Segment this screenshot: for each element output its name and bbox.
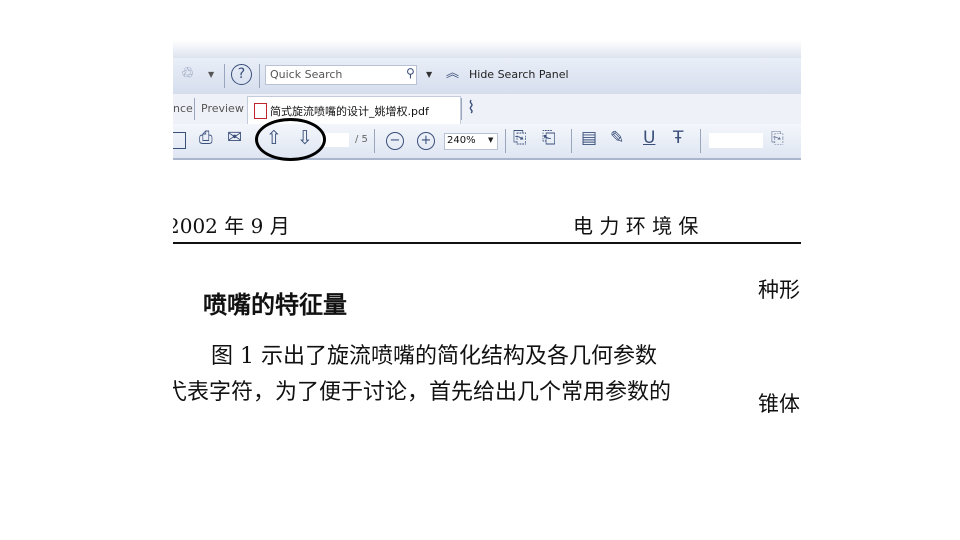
dropdown-arrow-icon[interactable]: ▼ bbox=[208, 71, 214, 79]
separator bbox=[461, 98, 462, 120]
user-sign-icon[interactable]: ♲ bbox=[181, 66, 194, 81]
save-icon[interactable] bbox=[173, 132, 186, 149]
separator bbox=[194, 98, 195, 120]
zoom-out-icon[interactable]: − bbox=[386, 132, 404, 150]
header-rule bbox=[173, 242, 801, 244]
tab-partial[interactable]: nce bbox=[173, 102, 193, 115]
separator bbox=[700, 129, 701, 153]
page-total-label: / 5 bbox=[355, 134, 368, 145]
search-options-arrow-icon[interactable]: ▼ bbox=[426, 71, 432, 79]
viewer-window: ♲ ▼ ? Quick Search ⚲ ▼ ︽ Hide Search Pan… bbox=[173, 40, 801, 440]
separator bbox=[224, 64, 225, 88]
email-icon[interactable]: ✉ bbox=[227, 129, 242, 147]
find-input[interactable] bbox=[709, 133, 763, 148]
section-title: 喷嘴的特征量 bbox=[203, 291, 347, 319]
quick-search-placeholder: Quick Search bbox=[270, 68, 343, 81]
collapse-chevron-icon[interactable]: ︽ bbox=[446, 67, 459, 80]
comment-icon[interactable]: ▤ bbox=[581, 130, 597, 147]
quick-search-input[interactable]: Quick Search ⚲ bbox=[265, 65, 417, 85]
tab-preview[interactable]: Preview bbox=[201, 102, 244, 115]
page-header-left: 2002 年 9 月 bbox=[173, 214, 290, 238]
search-icon[interactable]: ⚲ bbox=[406, 67, 415, 79]
tab-document-title: 简式旋流喷嘴的设计_姚增权.pdf bbox=[270, 105, 429, 118]
separator bbox=[571, 129, 572, 153]
zoom-in-icon[interactable]: + bbox=[417, 132, 435, 150]
help-icon[interactable]: ? bbox=[231, 64, 252, 85]
hide-search-panel-button[interactable]: Hide Search Panel bbox=[469, 68, 569, 81]
search-toolbar: ♲ ▼ ? Quick Search ⚲ ▼ ︽ Hide Search Pan… bbox=[173, 58, 801, 95]
right-column-text-1: 种形 bbox=[758, 278, 800, 302]
highlight-circle bbox=[255, 118, 326, 161]
right-column-text-2: 锥体 bbox=[758, 392, 800, 416]
highlight-pen-icon[interactable]: ✎ bbox=[610, 130, 624, 147]
rotate-right-icon[interactable]: ⎗ bbox=[542, 130, 556, 147]
tab-bar: nce Preview 简式旋流喷嘴的设计_姚增权.pdf ⌇ bbox=[173, 94, 801, 125]
zoom-select[interactable]: 240% ▼ bbox=[444, 133, 498, 150]
title-strip bbox=[173, 40, 801, 58]
separator bbox=[374, 129, 375, 153]
pdf-file-icon bbox=[254, 103, 267, 119]
separator bbox=[505, 129, 506, 153]
strikethrough-icon[interactable]: Ŧ bbox=[673, 130, 683, 147]
find-next-icon[interactable]: ⎘ bbox=[771, 130, 784, 146]
print-icon[interactable]: ⎙ bbox=[199, 130, 213, 147]
zoom-value: 240% bbox=[447, 135, 476, 146]
page-header-right: 电 力 环 境 保 bbox=[573, 214, 699, 238]
rotate-left-icon[interactable]: ⎘ bbox=[513, 130, 527, 147]
document-page: 2002 年 9 月 电 力 环 境 保 喷嘴的特征量 图 1 示出了旋流喷嘴的… bbox=[173, 160, 801, 440]
underline-icon[interactable]: U bbox=[643, 130, 655, 147]
body-line-1: 图 1 示出了旋流喷嘴的简化结构及各几何参数 bbox=[211, 344, 657, 369]
separator bbox=[259, 64, 260, 88]
zoom-dropdown-arrow-icon[interactable]: ▼ bbox=[488, 137, 493, 144]
body-line-2: 弋表字符，为了便于讨论，首先给出几个常用参数的 bbox=[173, 380, 672, 405]
paperclip-icon[interactable]: ⌇ bbox=[467, 100, 475, 117]
